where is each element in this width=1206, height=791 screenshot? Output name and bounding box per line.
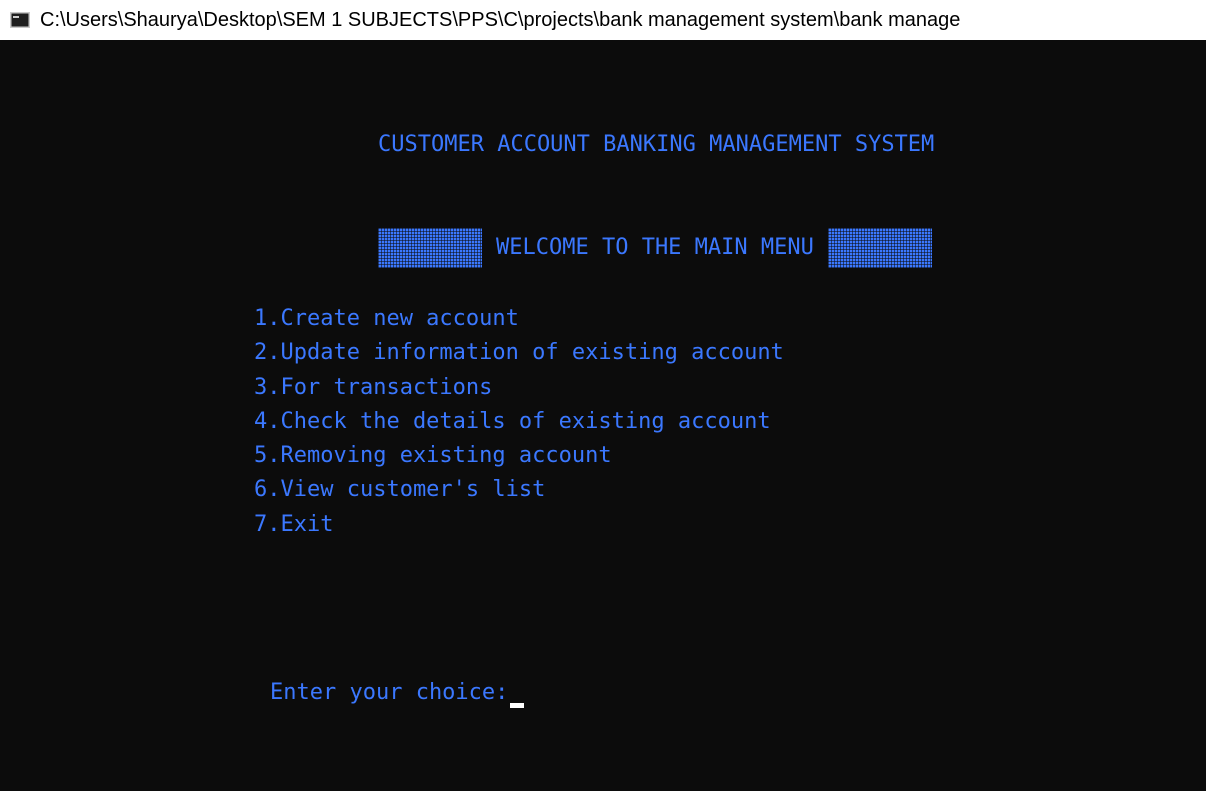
welcome-text: WELCOME TO THE MAIN MENU <box>496 235 814 260</box>
prompt-label: Enter your choice: <box>270 680 509 705</box>
menu-item-check-details: 4.Check the details of existing account <box>254 408 771 434</box>
console-window-icon <box>10 12 30 28</box>
menu-item-exit: 7.Exit <box>254 511 334 537</box>
right-shaded-block <box>827 228 932 268</box>
left-shaded-block <box>378 228 482 268</box>
menu-item-transactions: 3.For transactions <box>254 374 493 400</box>
menu-item-create-account: 1.Create new account <box>254 306 519 331</box>
system-heading: CUSTOMER ACCOUNT BANKING MANAGEMENT SYST… <box>378 132 935 157</box>
menu-item-remove-account: 5.Removing existing account <box>254 443 612 469</box>
welcome-banner: WELCOME TO THE MAIN MENU <box>378 228 932 268</box>
main-menu: 1.Create new account 2.Update informatio… <box>254 302 784 542</box>
menu-item-view-customers: 6.View customer's list <box>254 477 546 503</box>
console-window: C:\Users\Shaurya\Desktop\SEM 1 SUBJECTS\… <box>0 0 1206 791</box>
console-output[interactable]: CUSTOMER ACCOUNT BANKING MANAGEMENT SYST… <box>8 40 1198 791</box>
window-title: C:\Users\Shaurya\Desktop\SEM 1 SUBJECTS\… <box>40 8 961 31</box>
text-cursor <box>510 703 525 708</box>
title-bar[interactable]: C:\Users\Shaurya\Desktop\SEM 1 SUBJECTS\… <box>0 0 1206 40</box>
menu-item-update-account: 2.Update information of existing account <box>254 340 784 366</box>
choice-prompt[interactable]: Enter your choice: <box>270 680 525 708</box>
